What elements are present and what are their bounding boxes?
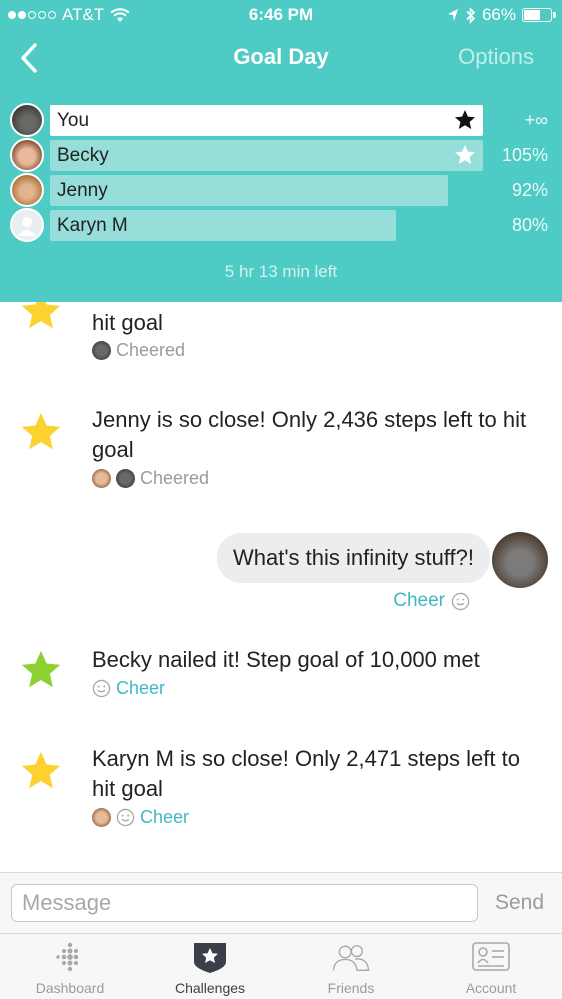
feed-message: hit goal	[92, 310, 163, 335]
avatar-placeholder-icon	[10, 208, 44, 242]
star-icon	[21, 650, 61, 688]
dashboard-icon	[56, 942, 79, 972]
navigation-bar: Goal Day Options	[0, 30, 562, 86]
smiley-icon	[451, 592, 470, 610]
tab-dashboard[interactable]: Dashboard	[0, 934, 140, 999]
leaderboard-row-jenny[interactable]: Jenny 92%	[0, 173, 562, 207]
participant-percent: +∞	[524, 110, 548, 130]
status-right-group: 66%	[447, 5, 556, 25]
avatar-becky	[10, 138, 44, 172]
participant-name: Becky	[57, 145, 109, 166]
challenge-header: AT&T 6:46 PM 66% Goal Day Options You +∞…	[0, 0, 562, 302]
cheer-status: Cheered	[92, 468, 209, 489]
participant-percent: 105%	[501, 145, 548, 165]
cheer-label: Cheer	[393, 590, 445, 611]
participant-percent: 92%	[511, 180, 548, 200]
tab-bar: Dashboard Challenges Friends Account	[0, 934, 562, 999]
friends-icon	[332, 945, 370, 971]
cheer-button[interactable]: Cheer	[92, 678, 165, 699]
cheer-status: Cheer	[92, 807, 189, 828]
progress-bar-you	[50, 105, 483, 136]
star-icon	[21, 412, 61, 450]
leaderboard-row-becky[interactable]: Becky 105%	[0, 138, 562, 172]
smiley-icon	[92, 679, 111, 698]
activity-feed[interactable]: hit goal Cheered Jenny is so close! Only…	[0, 302, 562, 872]
tab-label: Challenges	[174, 980, 246, 996]
cheered-label: Cheered	[116, 340, 186, 360]
cheer-label: Cheer	[116, 678, 166, 698]
bluetooth-icon	[466, 6, 476, 24]
cheer-label[interactable]: Cheer	[140, 807, 189, 828]
challenges-star-icon	[194, 943, 226, 973]
participant-name: Jenny	[57, 180, 108, 201]
feed-message: Becky nailed it! Step goal of 10,000 met	[92, 647, 480, 672]
location-arrow-icon	[447, 9, 458, 21]
status-bar: AT&T 6:46 PM 66%	[0, 0, 562, 30]
battery-icon	[522, 8, 556, 22]
message-input[interactable]	[11, 884, 478, 922]
avatar-jenny	[10, 173, 44, 207]
leaderboard-row-karyn[interactable]: Karyn M 80%	[0, 208, 562, 242]
star-icon	[455, 110, 475, 129]
star-icon	[21, 751, 61, 789]
smiley-icon[interactable]	[116, 808, 135, 827]
progress-bar-jenny	[50, 175, 448, 206]
mini-avatar	[92, 808, 111, 827]
battery-level-fill	[524, 10, 540, 20]
feed-message: Jenny is so close! Only 2,436 steps left…	[92, 407, 527, 462]
avatar-you	[492, 532, 548, 588]
tab-challenges[interactable]: Challenges	[140, 934, 280, 999]
message-composer: Send	[0, 872, 562, 934]
leaderboard-row-you[interactable]: You +∞	[0, 103, 562, 137]
cheer-status: Cheered	[92, 340, 185, 361]
star-icon	[21, 302, 61, 329]
send-button[interactable]: Send	[495, 891, 544, 915]
participant-name: Karyn M	[57, 215, 128, 236]
feed-message: Karyn M is so close! Only 2,471 steps le…	[92, 746, 520, 801]
progress-bar-becky	[50, 140, 483, 171]
tab-label: Account	[465, 980, 517, 996]
participant-name: You	[57, 110, 90, 131]
participant-percent: 80%	[511, 215, 548, 235]
mini-avatar	[92, 341, 111, 360]
avatar-you	[10, 103, 44, 137]
cheer-button[interactable]: Cheer	[393, 590, 470, 612]
options-button[interactable]: Options	[458, 44, 534, 70]
star-icon	[455, 145, 475, 164]
mini-avatar	[116, 469, 135, 488]
account-card-icon	[472, 942, 510, 971]
cheered-label: Cheered	[140, 468, 210, 488]
tab-account[interactable]: Account	[421, 934, 561, 999]
time-remaining: 5 hr 13 min left	[224, 262, 338, 281]
mini-avatar	[92, 469, 111, 488]
tab-label: Dashboard	[35, 980, 105, 996]
tab-label: Friends	[327, 980, 375, 996]
battery-percent: 66%	[481, 5, 516, 24]
tab-friends[interactable]: Friends	[281, 934, 421, 999]
chat-bubble: What's this infinity stuff?!	[216, 533, 490, 583]
